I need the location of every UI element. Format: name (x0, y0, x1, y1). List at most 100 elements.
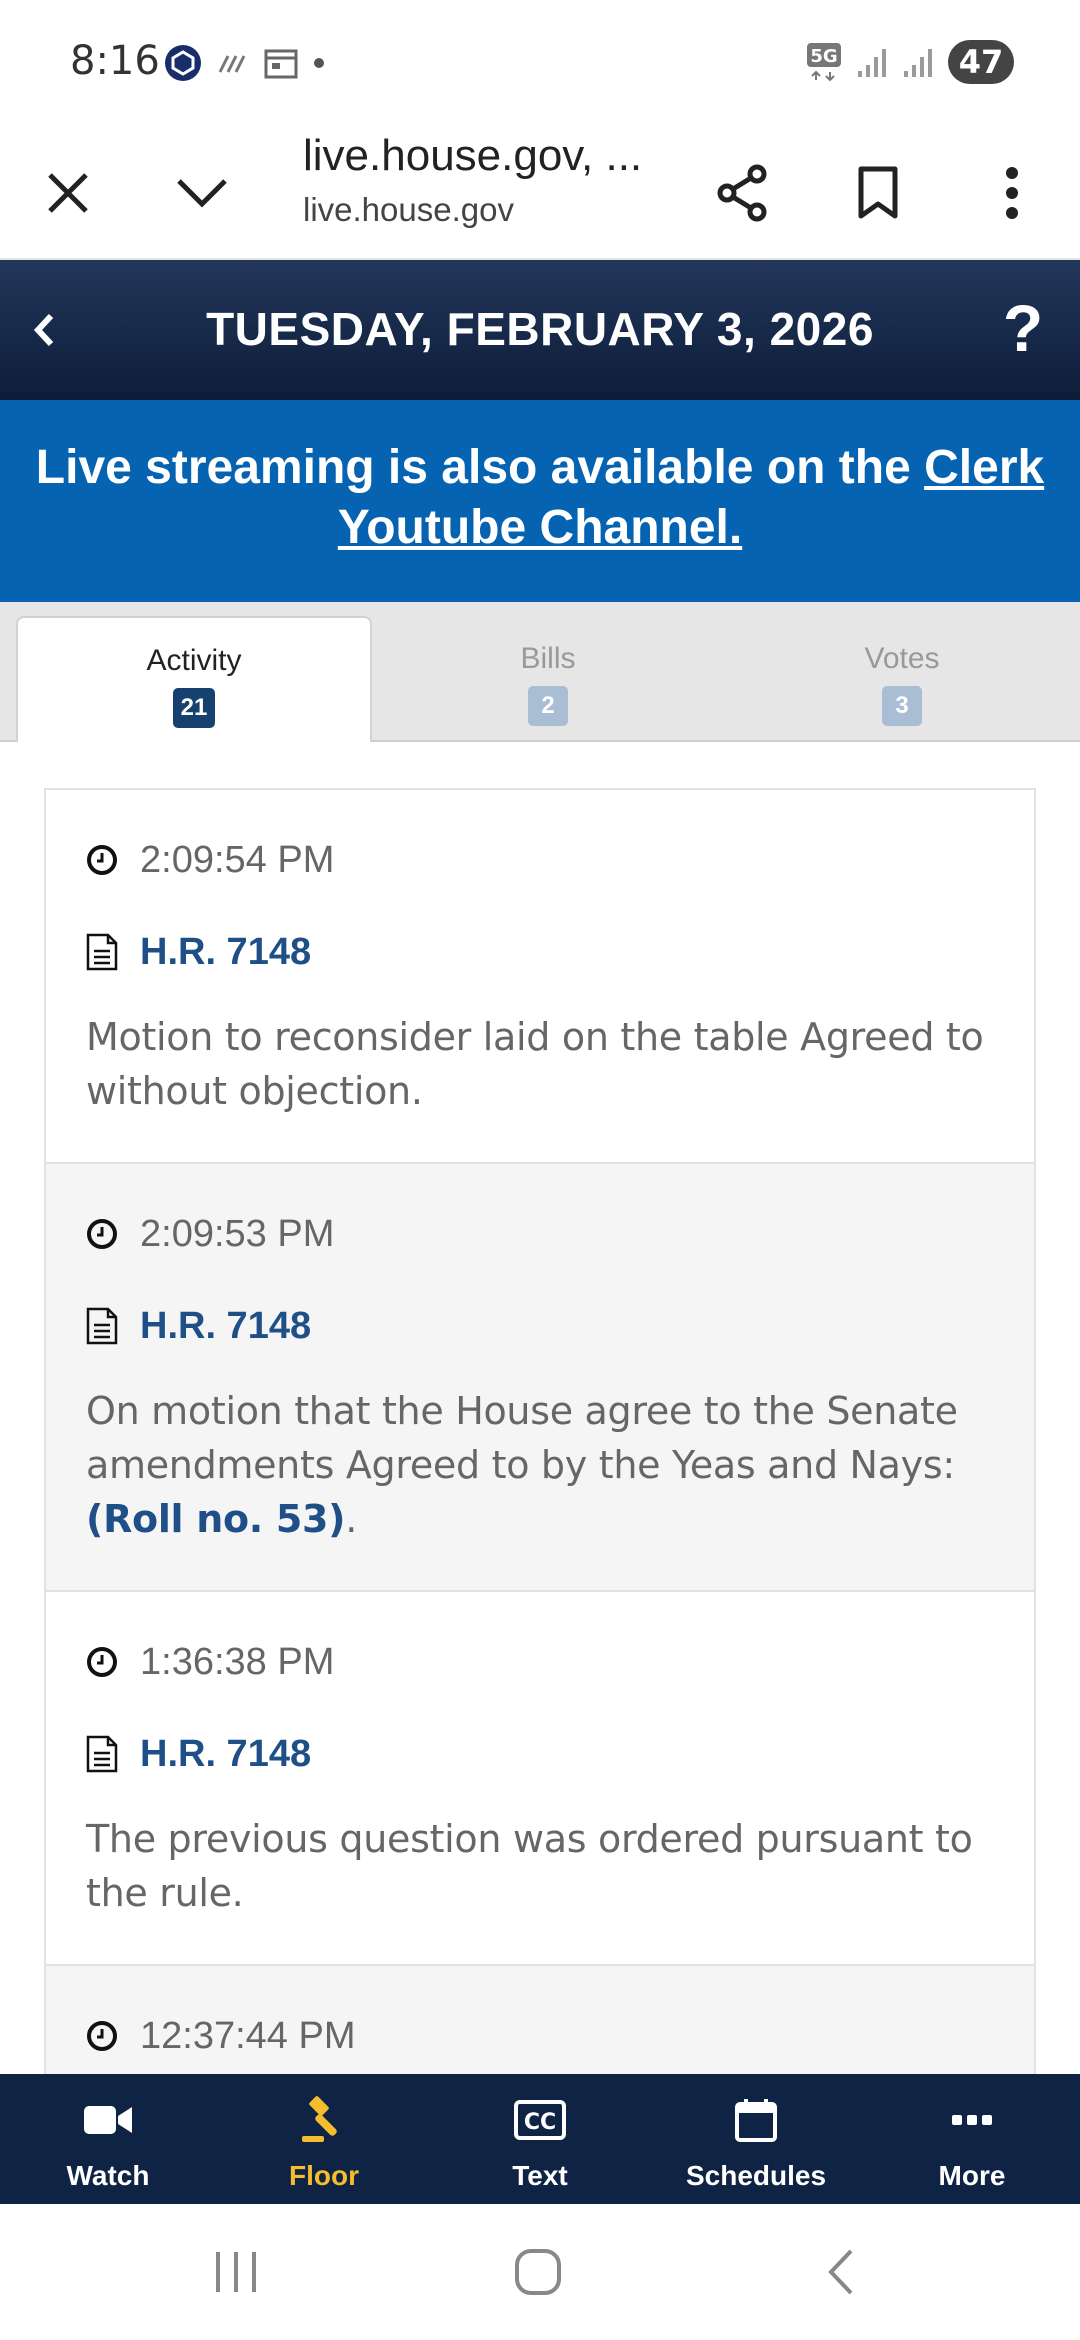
entry-time: 2:09:53 PM (140, 1212, 335, 1255)
status-right: 5G 47 (806, 40, 1014, 84)
nav-label: Text (512, 2160, 568, 2191)
description-text: On motion that the House agree to the Se… (86, 1389, 958, 1487)
nav-text[interactable]: CC Text (432, 2074, 648, 2204)
more-options-button[interactable] (970, 151, 1054, 235)
tab-label: Activity (146, 644, 242, 677)
video-camera-icon (84, 2106, 132, 2134)
page-url[interactable]: live.house.gov (303, 191, 514, 229)
5g-icon: 5G (807, 43, 841, 82)
clock-icon (87, 2021, 117, 2051)
tab-label: Bills (520, 642, 576, 675)
closed-captions-icon: CC (514, 2100, 566, 2140)
activity-list: 2:09:54 PM H.R. 7148 Motion to reconside… (44, 788, 1036, 2074)
clock-icon (87, 1647, 117, 1677)
nav-label: More (938, 2160, 1006, 2191)
more-horiz-icon (952, 2115, 992, 2125)
nav-label: Watch (66, 2160, 150, 2191)
description-text: The previous question was ordered pursua… (86, 1817, 973, 1915)
tab-count-badge: 3 (882, 686, 922, 726)
date-header: TUESDAY, FEBRUARY 3, 2026 ? (0, 260, 1080, 400)
tab-label: Votes (864, 642, 940, 675)
activity-item: 2:09:54 PM H.R. 7148 Motion to reconside… (46, 790, 1034, 1164)
calendar-icon (735, 2099, 777, 2142)
tab-activity[interactable]: Activity 21 (16, 616, 372, 744)
svg-text:CC: CC (524, 2110, 556, 2135)
date-title: TUESDAY, FEBRUARY 3, 2026 (206, 303, 874, 355)
back-icon (828, 2249, 853, 2295)
collapse-button[interactable] (160, 151, 244, 235)
clock-icon (87, 1219, 117, 1249)
tab-votes[interactable]: Votes 3 (724, 616, 1080, 744)
entry-time-row: 2:09:54 PM (86, 830, 994, 890)
description-text: Motion to reconsider laid on the table A… (86, 1015, 984, 1113)
signal-icon-2 (904, 49, 932, 77)
document-icon (86, 1307, 118, 1345)
activity-item: 12:37:44 PM (46, 1966, 1034, 2074)
document-icon (86, 1735, 118, 1773)
entry-continuation (86, 2066, 994, 2074)
chevron-down-icon (177, 179, 227, 208)
page-title[interactable]: live.house.gov, ... (303, 131, 642, 181)
close-button[interactable] (26, 151, 110, 235)
entry-time-row: 1:36:38 PM (86, 1632, 994, 1692)
description-suffix: . (345, 1497, 357, 1541)
document-icon (86, 933, 118, 971)
tab-bar: Activity 21 Bills 2 Votes 3 (0, 602, 1080, 744)
battery-indicator: 47 (948, 40, 1014, 84)
activity-item: 1:36:38 PM H.R. 7148 The previous questi… (46, 1592, 1034, 1966)
tab-count-badge: 2 (528, 686, 568, 726)
activity-item: 2:09:53 PM H.R. 7148 On motion that the … (46, 1164, 1034, 1592)
home-button[interactable] (498, 2242, 578, 2302)
app-notification-icon (165, 45, 201, 81)
entry-time-row: 2:09:53 PM (86, 1204, 994, 1264)
stripes-icon (218, 55, 246, 73)
entry-time-row: 12:37:44 PM (86, 2006, 994, 2066)
status-bar: 8:16 5G 47 (0, 0, 1080, 125)
entry-description: On motion that the House agree to the Se… (86, 1384, 994, 1590)
back-button[interactable] (800, 2242, 880, 2302)
clock-icon (87, 845, 117, 875)
nav-more[interactable]: More (864, 2074, 1080, 2204)
gavel-icon (302, 2096, 337, 2142)
entry-time: 2:09:54 PM (140, 838, 335, 881)
nav-floor[interactable]: Floor (216, 2074, 432, 2204)
help-button[interactable]: ? (988, 286, 1058, 370)
recent-apps-icon (216, 2252, 256, 2292)
tab-bills[interactable]: Bills 2 (370, 616, 726, 744)
nav-watch[interactable]: Watch (0, 2074, 216, 2204)
nav-label: Schedules (685, 2160, 827, 2191)
tab-count-badge: 21 (172, 688, 216, 728)
nav-label: Floor (289, 2160, 359, 2191)
home-icon (515, 2249, 561, 2295)
more-vert-icon (1006, 167, 1018, 219)
entry-time: 1:36:38 PM (140, 1640, 335, 1683)
calendar-notification-icon (264, 49, 298, 79)
entry-bill-row: H.R. 7148 (86, 1296, 994, 1356)
bookmark-button[interactable] (836, 151, 920, 235)
browser-toolbar: live.house.gov, ... live.house.gov (0, 125, 1080, 260)
entry-description: Motion to reconsider laid on the table A… (86, 1010, 994, 1162)
entry-bill-row: H.R. 7148 (86, 1724, 994, 1784)
svg-text:5G: 5G (810, 46, 837, 67)
entry-bill-row: H.R. 7148 (86, 922, 994, 982)
status-time: 8:16 (70, 38, 160, 84)
roll-call-link[interactable]: (Roll no. 53) (86, 1497, 345, 1541)
banner-text: Live streaming is also available on the (35, 441, 925, 494)
bill-link[interactable]: H.R. 7148 (140, 1733, 311, 1776)
entry-description: The previous question was ordered pursua… (86, 1812, 994, 1964)
bottom-navigation: Watch Floor CC Text Schedules More (0, 2074, 1080, 2204)
bill-link[interactable]: H.R. 7148 (140, 931, 311, 974)
streaming-banner: Live streaming is also available on the … (0, 400, 1080, 602)
activity-feed[interactable]: 2:09:54 PM H.R. 7148 Motion to reconside… (0, 742, 1080, 2074)
nav-schedules[interactable]: Schedules (648, 2074, 864, 2204)
signal-icon (858, 49, 886, 77)
share-button[interactable] (700, 151, 784, 235)
dot-icon (314, 58, 324, 68)
bill-link[interactable]: H.R. 7148 (140, 1305, 311, 1348)
close-icon (48, 173, 88, 213)
bookmark-icon (858, 166, 898, 219)
entry-time: 12:37:44 PM (140, 2014, 356, 2057)
share-icon (717, 164, 767, 222)
system-navigation-bar (0, 2204, 1080, 2340)
recent-apps-button[interactable] (196, 2242, 276, 2302)
